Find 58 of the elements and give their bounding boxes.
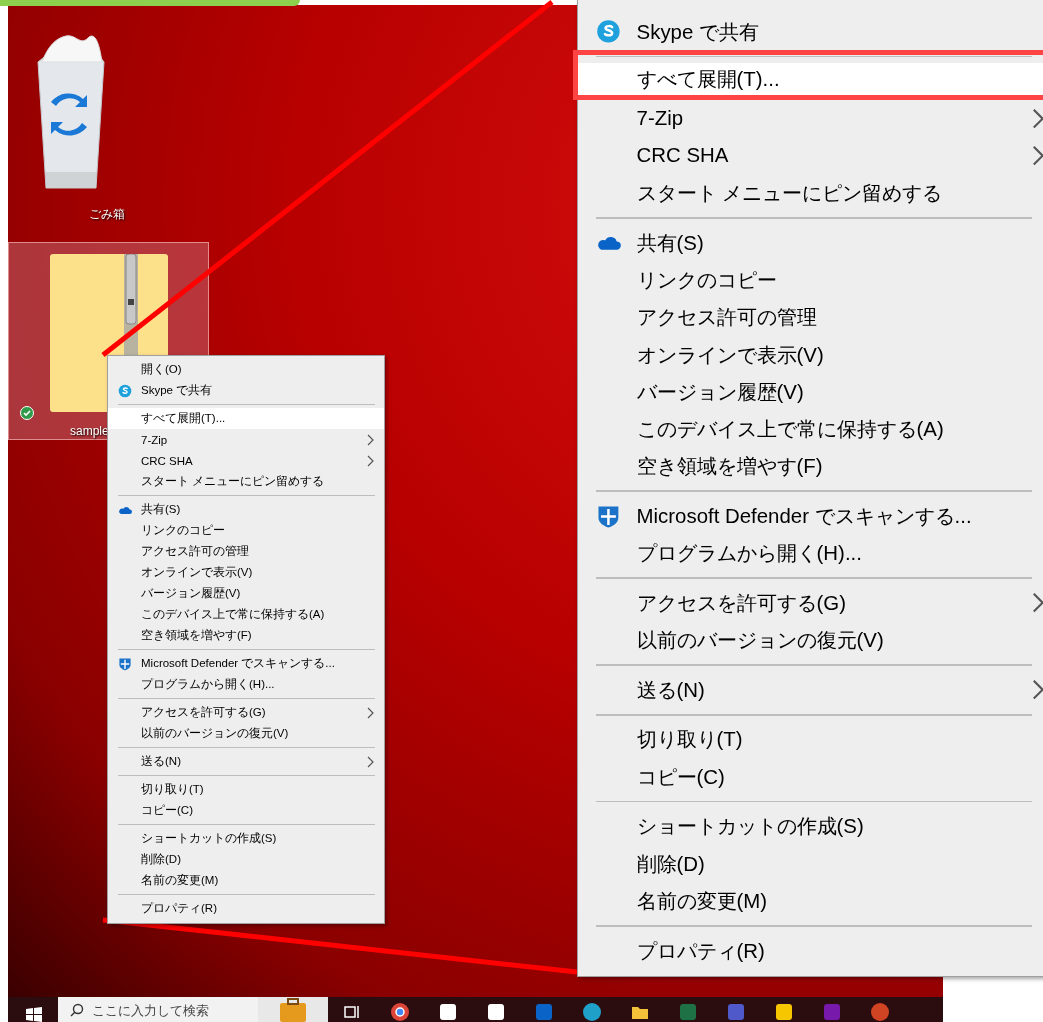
- menu-item[interactable]: 共有(S): [578, 224, 1043, 262]
- menu-item[interactable]: すべて展開(T)...: [108, 408, 384, 429]
- menu-item[interactable]: このデバイス上で常に保持する(A): [578, 410, 1043, 448]
- menu-item[interactable]: プロパティ(R): [578, 931, 1043, 970]
- menu-item[interactable]: プログラムから開く(H)...: [108, 674, 384, 695]
- skype-icon: [118, 383, 132, 398]
- app-icon[interactable]: [438, 1002, 458, 1022]
- menu-item[interactable]: アクセスを許可する(G): [578, 584, 1043, 622]
- menu-item[interactable]: Microsoft Defender でスキャンする...: [108, 653, 384, 674]
- menu-item[interactable]: アクセス許可の管理: [578, 298, 1043, 336]
- shield-icon: [118, 656, 132, 671]
- menu-item[interactable]: 送る(N): [578, 671, 1043, 709]
- shield-icon: [595, 503, 621, 529]
- windows-logo-icon[interactable]: [24, 1005, 44, 1022]
- menu-item[interactable]: 共有(S): [108, 499, 384, 520]
- menu-item[interactable]: コピー(C): [578, 758, 1043, 796]
- menu-item[interactable]: 送る(N): [108, 751, 384, 772]
- menu-item[interactable]: 7-Zip: [578, 99, 1043, 138]
- menu-item[interactable]: 7-Zip: [108, 429, 384, 450]
- menu-item[interactable]: ショートカットの作成(S): [578, 807, 1043, 846]
- menu-item[interactable]: 削除(D): [108, 849, 384, 870]
- menu-item[interactable]: CRC SHA: [578, 137, 1043, 175]
- menu-item[interactable]: すべて展開(T)...: [578, 62, 1043, 95]
- icon-label: ごみ箱: [89, 206, 125, 223]
- menu-item[interactable]: 切り取り(T): [578, 720, 1043, 759]
- search-icon: [70, 1003, 84, 1017]
- menu-item[interactable]: リンクのコピー: [108, 520, 384, 541]
- menu-item[interactable]: オンラインで表示(V): [108, 562, 384, 583]
- menu-item[interactable]: オンラインで表示(V): [578, 335, 1043, 374]
- skype-icon: [595, 19, 621, 45]
- menu-item[interactable]: このデバイス上で常に保持する(A): [108, 604, 384, 625]
- menu-item[interactable]: 名前の変更(M): [578, 882, 1043, 920]
- briefcase-icon[interactable]: [258, 997, 328, 1022]
- search-field[interactable]: ここに入力して検索: [58, 997, 258, 1022]
- menu-item[interactable]: バージョン履歴(V): [578, 373, 1043, 411]
- menu-item[interactable]: Skype で共有: [108, 380, 384, 401]
- menu-item[interactable]: スタート メニューにピン留めする: [108, 471, 384, 492]
- menu-item[interactable]: 切り取り(T): [108, 779, 384, 800]
- menu-item[interactable]: 以前のバージョンの復元(V): [578, 621, 1043, 659]
- menu-item[interactable]: リンクのコピー: [578, 261, 1043, 299]
- menu-item[interactable]: ショートカットの作成(S): [108, 828, 384, 849]
- menu-item[interactable]: コピー(C): [108, 800, 384, 821]
- menu-item[interactable]: プログラムから開く(H)...: [578, 534, 1043, 572]
- menu-item[interactable]: CRC SHA: [108, 450, 384, 471]
- menu-item[interactable]: 以前のバージョンの復元(V): [108, 723, 384, 744]
- menu-item[interactable]: スタート メニューにピン留めする: [578, 174, 1043, 212]
- menu-item[interactable]: プロパティ(R): [108, 898, 384, 919]
- menu-item[interactable]: 削除(D): [578, 845, 1043, 883]
- menu-item[interactable]: Skype で共有: [578, 13, 1043, 51]
- menu-item[interactable]: 開く(O): [108, 359, 384, 380]
- menu-item[interactable]: アクセスを許可する(G): [108, 702, 384, 723]
- menu-item[interactable]: 名前の変更(M): [108, 870, 384, 891]
- menu-item[interactable]: 空き領域を増やす(F): [108, 625, 384, 646]
- menu-item[interactable]: Microsoft Defender でスキャンする...: [578, 497, 1043, 535]
- icon-label: sample: [70, 424, 109, 438]
- menu-item[interactable]: バージョン履歴(V): [108, 583, 384, 604]
- menu-item[interactable]: 空き領域を増やす(F): [578, 447, 1043, 485]
- menu-item[interactable]: アクセス許可の管理: [108, 541, 384, 562]
